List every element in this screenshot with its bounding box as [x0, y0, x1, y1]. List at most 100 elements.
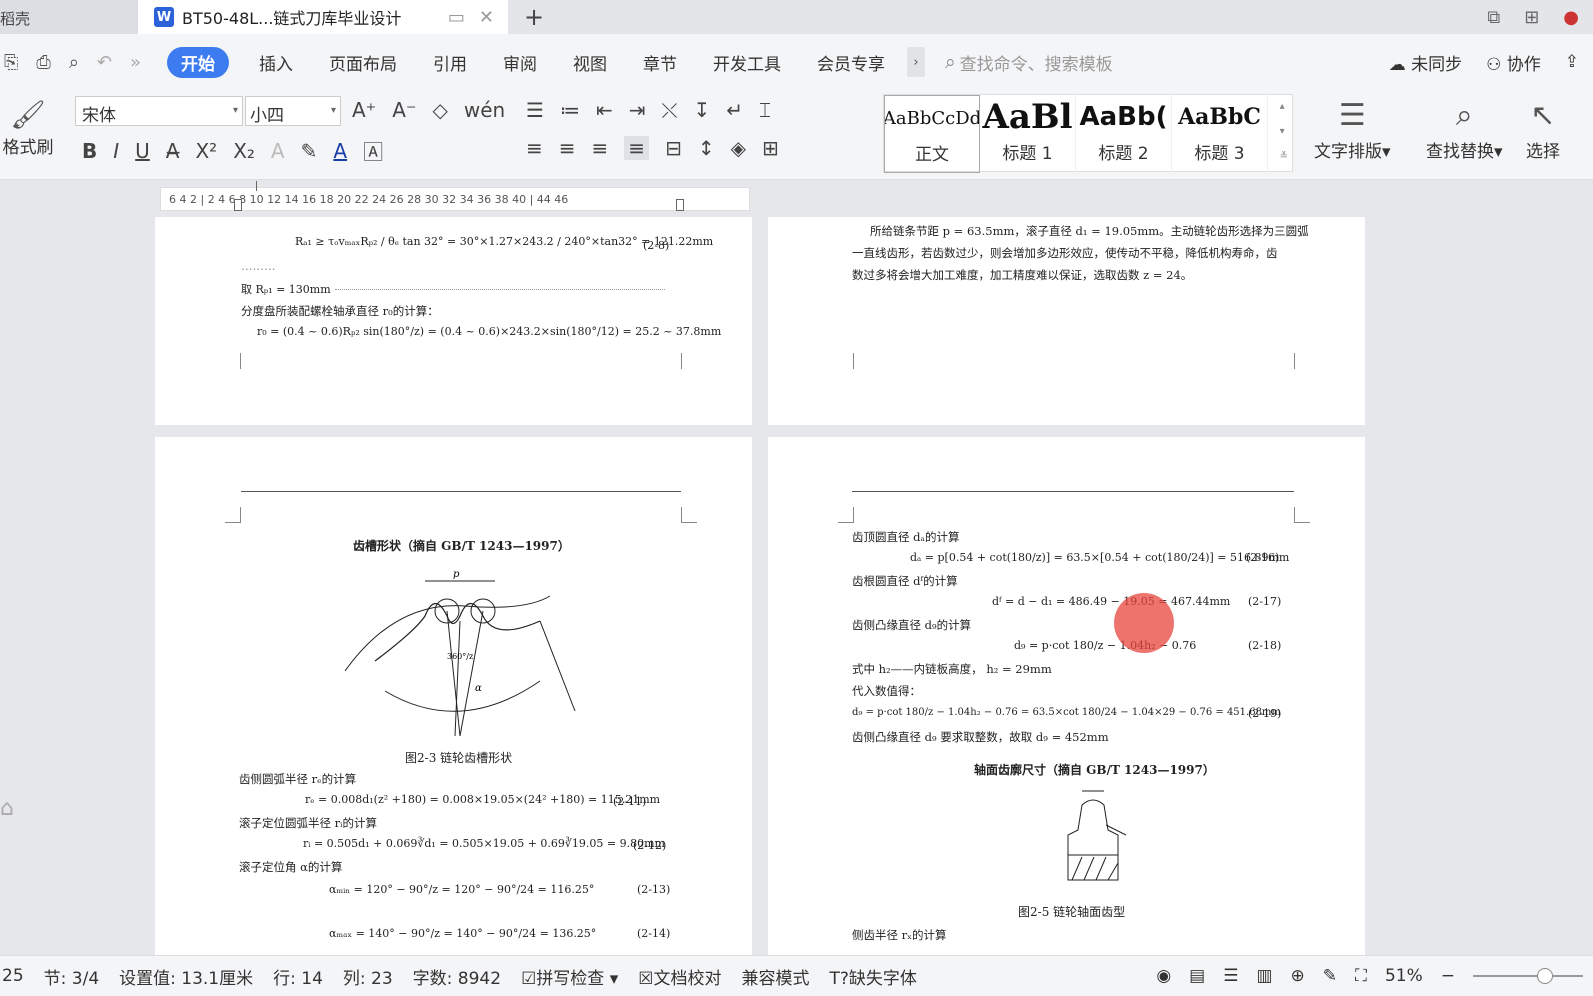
- superscript-icon[interactable]: X²: [195, 139, 217, 163]
- eye-protect-icon[interactable]: ◉: [1156, 966, 1171, 986]
- close-tab-icon[interactable]: ✕: [479, 7, 494, 28]
- strikethrough-icon[interactable]: A̶: [166, 139, 180, 163]
- menu-start[interactable]: 开始: [167, 46, 230, 78]
- status-row[interactable]: 行: 14: [273, 964, 323, 989]
- share-icon[interactable]: ⇪: [1565, 52, 1579, 72]
- increase-indent-icon[interactable]: ⇥: [629, 98, 646, 122]
- compat-mode[interactable]: 兼容模式: [742, 964, 810, 989]
- line-spacing-icon[interactable]: ↕: [698, 136, 715, 160]
- left-indent-marker[interactable]: [234, 199, 242, 211]
- font-size-select[interactable]: 小四 ▾: [245, 96, 341, 126]
- zoom-out-icon[interactable]: −: [1441, 966, 1455, 986]
- status-setting[interactable]: 设置值: 13.1厘米: [119, 964, 253, 989]
- shrink-font-icon[interactable]: A⁻: [392, 98, 416, 122]
- style-heading2[interactable]: AaBb( 标题 2: [1076, 95, 1172, 173]
- page-3[interactable]: 齿槽形状（摘自 GB/T 1243—1997） p 360°/z α 图2-3 …: [155, 437, 752, 955]
- menu-developer[interactable]: 开发工具: [713, 50, 781, 75]
- new-tab-button[interactable]: +: [524, 3, 544, 31]
- format-painter-button[interactable]: 🖌 格式刷: [0, 98, 56, 172]
- collab-button[interactable]: ⚇ 协作: [1486, 50, 1541, 75]
- menu-insert[interactable]: 插入: [259, 50, 293, 75]
- clear-format-icon[interactable]: ◇: [433, 98, 448, 122]
- page-view-icon[interactable]: ▤: [1189, 966, 1205, 986]
- first-line-indent-marker[interactable]: [256, 181, 264, 191]
- horizontal-ruler[interactable]: 6 4 2 | 2 4 6 8 10 12 14 16 18 20 22 24 …: [160, 187, 750, 211]
- page-4[interactable]: 齿顶圆直径 dₐ的计算 dₐ = p[0.54 + cot(180/z)] = …: [768, 437, 1365, 955]
- text-layout-button[interactable]: ☰ 文字排版▾: [1314, 98, 1391, 162]
- page-2[interactable]: 所给链条节距 p = 63.5mm，滚子直径 d₁ = 19.05mm。主动链轮…: [768, 217, 1365, 425]
- command-search[interactable]: ⌕ 查找命令、搜索模板: [945, 50, 1113, 75]
- zoom-slider-knob[interactable]: [1537, 968, 1553, 984]
- menu-member[interactable]: 会员专享: [817, 50, 885, 75]
- expand-icon[interactable]: ≚: [1280, 151, 1288, 162]
- text-effect-icon[interactable]: A: [271, 139, 285, 163]
- distribute-icon[interactable]: ⊟: [665, 136, 682, 160]
- char-border-icon[interactable]: 🄰: [363, 136, 383, 165]
- layout-switch-icon[interactable]: ⧉: [1487, 7, 1500, 28]
- print-icon[interactable]: ⎙: [36, 52, 50, 73]
- style-heading3[interactable]: AaBbC 标题 3: [1172, 95, 1268, 173]
- font-color-icon[interactable]: A: [333, 139, 347, 163]
- status-words[interactable]: 字数: 8942: [413, 964, 501, 989]
- tab-docer[interactable]: 稻壳: [0, 0, 138, 34]
- highlight-icon[interactable]: ✎: [301, 139, 318, 163]
- decrease-indent-icon[interactable]: ⇤: [596, 98, 613, 122]
- sort-icon[interactable]: ↧: [693, 98, 710, 122]
- float-window-icon[interactable]: ▭: [448, 7, 465, 28]
- write-view-icon[interactable]: ✎: [1323, 966, 1337, 986]
- chinese-layout-icon[interactable]: ⤬: [661, 98, 677, 122]
- grow-font-icon[interactable]: A⁺: [352, 98, 376, 122]
- outline-view-icon[interactable]: ☰: [1223, 966, 1238, 986]
- spell-check-button[interactable]: ☑拼写检查 ▾: [521, 964, 618, 989]
- side-tool-icon[interactable]: ⌂: [0, 796, 22, 840]
- zoom-value[interactable]: 51%: [1385, 966, 1423, 986]
- read-view-icon[interactable]: ▥: [1256, 966, 1272, 986]
- status-page[interactable]: 25: [2, 966, 24, 986]
- tab-stops-icon[interactable]: ⌶: [759, 98, 771, 122]
- zoom-slider[interactable]: [1473, 968, 1583, 984]
- chevron-up-icon[interactable]: ▴: [1280, 101, 1288, 112]
- number-list-icon[interactable]: ≔: [560, 98, 580, 122]
- proofread-button[interactable]: ☒文档校对: [638, 964, 721, 989]
- print-preview-icon[interactable]: ⌕: [69, 52, 79, 73]
- subscript-icon[interactable]: X₂: [233, 139, 255, 163]
- align-left-icon[interactable]: ≡: [526, 136, 543, 160]
- align-center-icon[interactable]: ≡: [559, 136, 576, 160]
- menu-page-layout[interactable]: 页面布局: [329, 50, 397, 75]
- style-gallery-scroll[interactable]: ▴ ▾ ≚: [1280, 101, 1288, 162]
- style-normal[interactable]: AaBbCcDd 正文: [884, 95, 980, 173]
- bold-icon[interactable]: B: [82, 139, 97, 163]
- status-section[interactable]: 节: 3/4: [44, 964, 100, 989]
- justify-icon[interactable]: ≡: [624, 136, 650, 160]
- page-1[interactable]: Rₐ₁ ≥ τₒvₘₐₓRₚ₂ / θₑ tan 32° = 30°×1.27×…: [155, 217, 752, 425]
- tab-document[interactable]: W BT50-48L...链式刀库毕业设计 ▭ ✕: [138, 0, 508, 34]
- find-replace-button[interactable]: ⌕ 查找替换▾: [1426, 98, 1503, 162]
- menu-more-button[interactable]: ›: [907, 47, 926, 77]
- show-marks-icon[interactable]: ↵: [726, 98, 743, 122]
- phonetic-icon[interactable]: wén: [464, 98, 505, 122]
- style-heading1[interactable]: AaBl 标题 1: [980, 95, 1076, 173]
- chevron-down-icon[interactable]: ▾: [1280, 126, 1288, 137]
- web-view-icon[interactable]: ⊕: [1291, 966, 1305, 986]
- menu-references[interactable]: 引用: [433, 50, 467, 75]
- sync-button[interactable]: ☁ 未同步: [1389, 50, 1462, 75]
- align-right-icon[interactable]: ≡: [592, 136, 609, 160]
- font-name-select[interactable]: 宋体 ▾: [75, 96, 243, 126]
- apps-grid-icon[interactable]: ⊞: [1524, 7, 1539, 28]
- undo-icon[interactable]: ↶: [97, 52, 112, 73]
- document-area[interactable]: Rₐ₁ ≥ τₒvₘₐₓRₚ₂ / θₑ tan 32° = 30°×1.27×…: [0, 217, 1593, 955]
- menu-view[interactable]: 视图: [573, 50, 607, 75]
- avatar[interactable]: ●: [1563, 7, 1579, 28]
- borders-icon[interactable]: ⊞: [762, 136, 779, 160]
- select-button[interactable]: ↖ 选择: [1526, 98, 1560, 162]
- italic-icon[interactable]: I: [113, 139, 119, 163]
- right-indent-marker[interactable]: [676, 199, 684, 211]
- menu-chapter[interactable]: 章节: [643, 50, 677, 75]
- underline-icon[interactable]: U: [135, 139, 150, 163]
- save-icon[interactable]: ⎘: [4, 52, 18, 73]
- more-quick-icon[interactable]: »: [130, 52, 141, 73]
- fit-page-icon[interactable]: ⛶: [1355, 966, 1367, 986]
- status-col[interactable]: 列: 23: [343, 964, 393, 989]
- shading-icon[interactable]: ◈: [731, 136, 746, 160]
- bullet-list-icon[interactable]: ☰: [526, 98, 544, 122]
